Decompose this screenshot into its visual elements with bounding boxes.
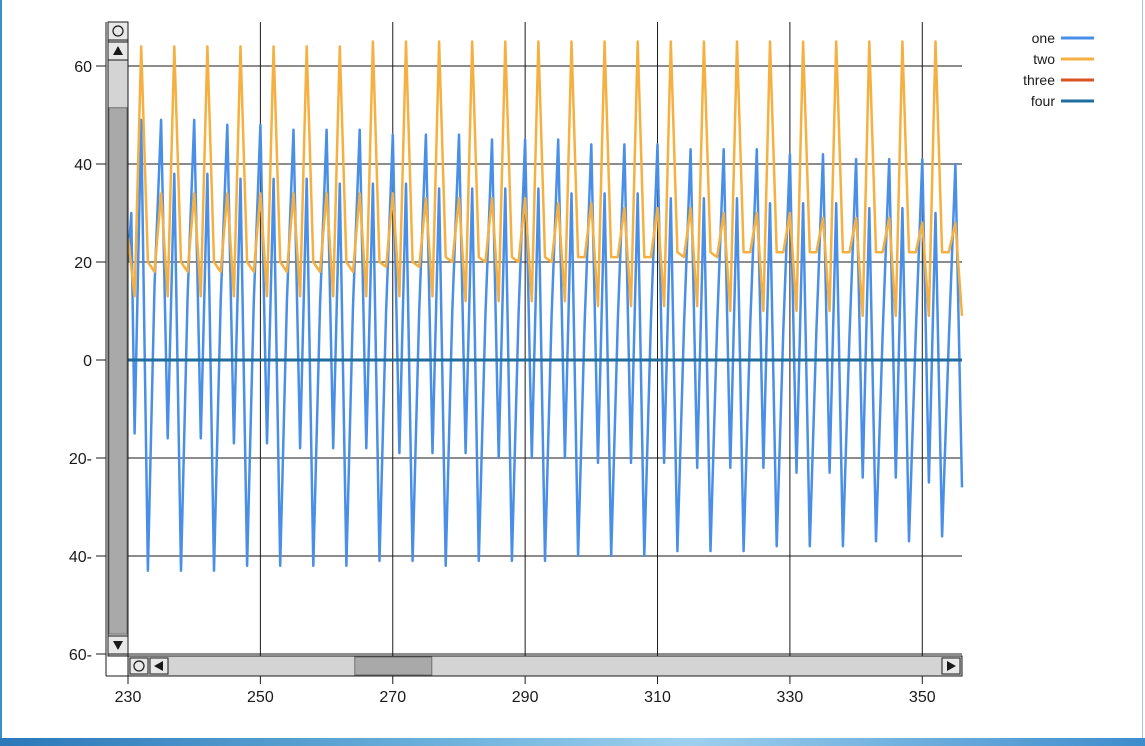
chart: 230 250 270 290 310 330 350 60 40 20 0 20- 40- 60- o… — [69, 21, 1094, 706]
x-tick-label: 270 — [379, 689, 406, 706]
x-axis-ticks: 230 250 270 290 310 330 350 — [106, 675, 962, 706]
y-tick-label: 20 — [74, 255, 92, 272]
x-tick-label: 310 — [644, 689, 671, 706]
vertical-scrollbar-thumb[interactable] — [108, 107, 128, 635]
x-tick-label: 250 — [247, 689, 274, 706]
y-tick-label: 20- — [69, 451, 92, 468]
legend-label-three: three — [1023, 72, 1055, 88]
x-tick-label: 330 — [777, 689, 804, 706]
vertical-zoom-reset-button[interactable] — [107, 21, 129, 41]
y-tick-label: 0 — [83, 353, 92, 370]
x-tick-label: 290 — [512, 689, 539, 706]
y-tick-label: 60 — [74, 59, 92, 76]
window-bottom-band — [0, 738, 1145, 746]
x-tick-label: 230 — [115, 689, 142, 706]
legend-label-four: four — [1031, 93, 1055, 109]
horizontal-scrollbar[interactable] — [127, 655, 963, 677]
y-tick-label: 60- — [69, 647, 92, 664]
legend-label-one: one — [1032, 30, 1056, 46]
legend-label-two: two — [1033, 51, 1055, 67]
horizontal-scrollbar-track[interactable] — [127, 655, 963, 677]
y-tick-label: 40 — [74, 157, 92, 174]
horizontal-scrollbar-thumb[interactable] — [354, 656, 433, 676]
y-tick-label: 40- — [69, 549, 92, 566]
legend: one two three four — [1023, 30, 1094, 109]
y-axis-ticks: 60 40 20 0 20- 40- 60- — [69, 22, 107, 676]
x-tick-label: 350 — [909, 689, 936, 706]
vertical-scrollbar[interactable] — [107, 21, 129, 657]
